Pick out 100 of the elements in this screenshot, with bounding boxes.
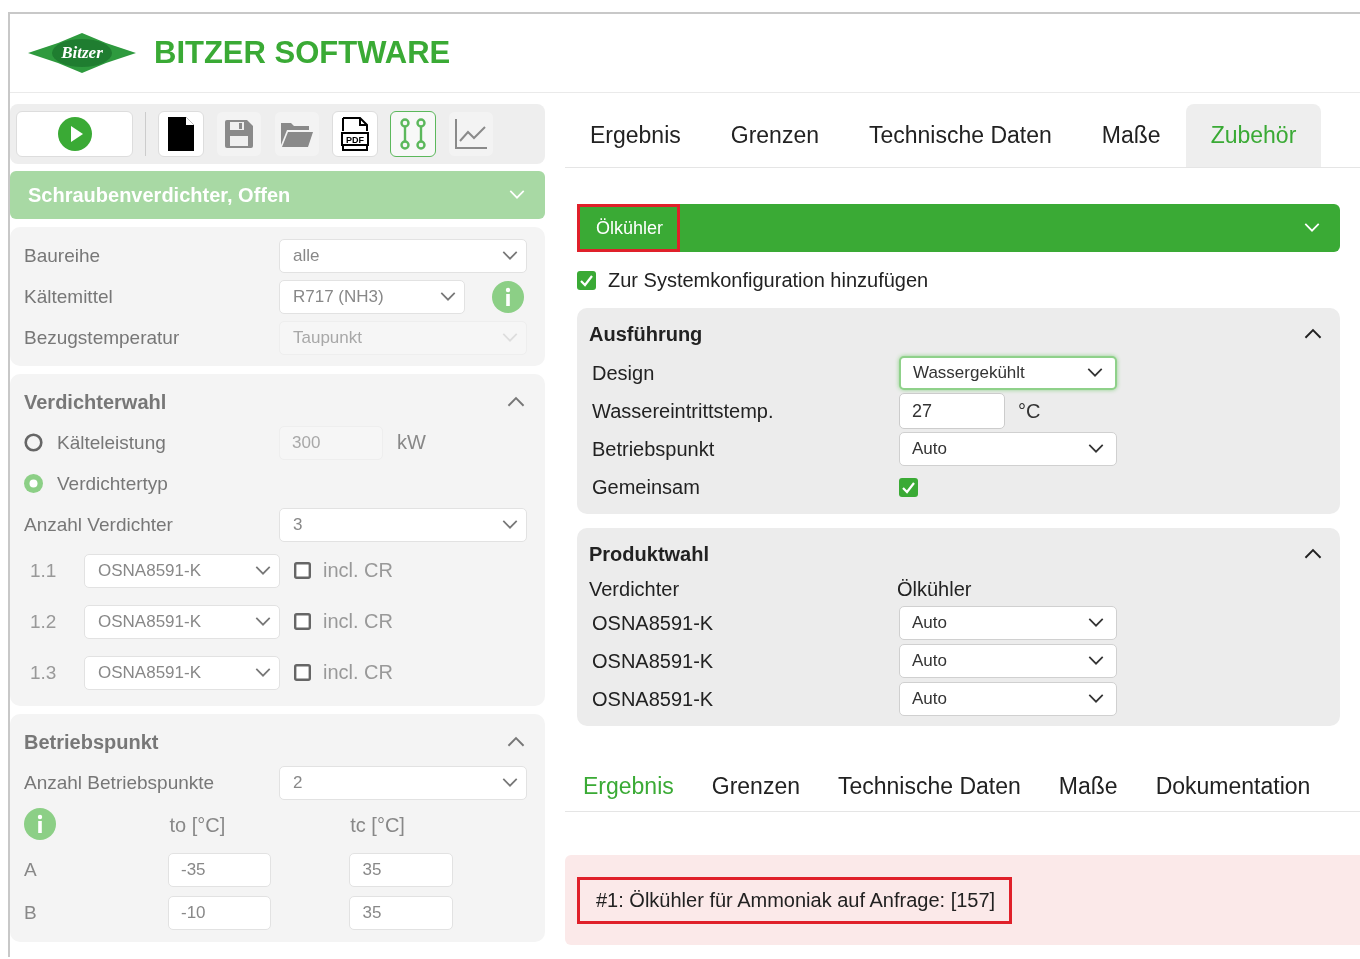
document-icon bbox=[168, 117, 194, 151]
chevron-down-icon bbox=[502, 519, 518, 530]
chevron-down-icon bbox=[1088, 656, 1104, 666]
checkbox-label: incl. CR bbox=[323, 610, 393, 633]
input-field[interactable]: 300 bbox=[279, 425, 383, 460]
input-field[interactable]: -10 bbox=[168, 895, 272, 930]
chevron-up-icon bbox=[1304, 328, 1322, 339]
tab[interactable]: Maße bbox=[1039, 761, 1137, 811]
chevron-down-icon bbox=[1088, 618, 1104, 628]
dropdown[interactable]: OSNA8591-K bbox=[84, 553, 280, 588]
option-label: Kälteleistung bbox=[57, 431, 166, 454]
chevron-down-icon bbox=[1088, 694, 1104, 704]
chevron-up-icon bbox=[1304, 548, 1322, 559]
compressor-name: OSNA8591-K bbox=[591, 611, 715, 635]
dropdown[interactable]: Auto bbox=[899, 606, 1117, 640]
dropdown[interactable]: OSNA8591-K bbox=[84, 655, 280, 690]
chevron-down-icon bbox=[255, 565, 271, 576]
input-field[interactable]: 35 bbox=[349, 895, 453, 930]
dropdown[interactable]: OSNA8591-K bbox=[84, 604, 280, 639]
row-label: A bbox=[24, 858, 38, 881]
field-label: Betriebspunkt bbox=[591, 437, 716, 461]
input-field[interactable]: 27 bbox=[899, 393, 1005, 429]
radio-button[interactable] bbox=[24, 433, 43, 452]
field-label: Kältemittel bbox=[24, 285, 114, 308]
row-number: 1.1 bbox=[29, 559, 58, 582]
radio-button[interactable] bbox=[24, 474, 43, 493]
option-label: Verdichtertyp bbox=[57, 472, 168, 495]
dropdown[interactable]: 3 bbox=[279, 507, 527, 542]
tab[interactable]: Ergebnis bbox=[565, 761, 693, 811]
tab[interactable]: Zubehör bbox=[1185, 104, 1322, 167]
chevron-down-icon bbox=[440, 291, 456, 302]
input-field[interactable]: 35 bbox=[349, 852, 453, 887]
column-header: tc [°C] bbox=[350, 814, 406, 837]
dropdown[interactable]: Wassergekühlt bbox=[899, 356, 1117, 390]
accessory-header[interactable]: Ölkühler bbox=[577, 204, 1340, 252]
checkbox-label: incl. CR bbox=[323, 559, 393, 582]
tab[interactable]: Grenzen bbox=[705, 104, 844, 167]
line-chart-icon bbox=[455, 119, 487, 149]
compressor-name: OSNA8591-K bbox=[591, 687, 715, 711]
checkbox-label: Zur Systemkonfiguration hinzufügen bbox=[608, 268, 929, 292]
chevron-down-icon bbox=[255, 667, 271, 678]
chevron-down-icon bbox=[502, 777, 518, 788]
tab[interactable]: Dokumentation bbox=[1136, 761, 1330, 811]
chevron-down-icon bbox=[255, 616, 271, 627]
dropdown[interactable]: Auto bbox=[899, 432, 1117, 466]
column-header: Ölkühler bbox=[897, 577, 972, 601]
field-label: Gemeinsam bbox=[591, 475, 701, 499]
chevron-up-icon bbox=[507, 396, 525, 407]
chevron-down-icon bbox=[1087, 368, 1103, 378]
chevron-down-icon bbox=[502, 332, 518, 343]
pdf-button[interactable]: PDF bbox=[332, 111, 378, 157]
checkbox[interactable] bbox=[899, 477, 918, 497]
chevron-down-icon bbox=[1088, 444, 1104, 454]
chevron-up-icon bbox=[507, 736, 525, 747]
field-label: Bezugstemperatur bbox=[24, 326, 181, 349]
new-button[interactable] bbox=[158, 111, 204, 157]
dropdown[interactable]: Auto bbox=[899, 682, 1117, 716]
checkbox-label: incl. CR bbox=[323, 661, 393, 684]
section-title: Ausführung bbox=[589, 322, 703, 346]
info-icon bbox=[24, 807, 56, 840]
checkbox[interactable] bbox=[294, 562, 311, 579]
logo: Bitzer bbox=[28, 33, 136, 73]
folder-icon bbox=[281, 121, 313, 147]
accessory-title: Ölkühler bbox=[577, 204, 681, 252]
row-number: 1.2 bbox=[29, 610, 58, 633]
tab[interactable]: Technische Daten bbox=[819, 761, 1040, 811]
compressor-name: OSNA8591-K bbox=[591, 649, 715, 673]
field-label: Baureihe bbox=[24, 244, 102, 267]
field-label: Design bbox=[591, 361, 656, 385]
run-button[interactable] bbox=[16, 111, 133, 157]
checkbox[interactable] bbox=[577, 270, 596, 290]
row-number: 1.3 bbox=[29, 661, 58, 684]
row-label: B bbox=[24, 901, 38, 924]
info-icon bbox=[492, 280, 524, 313]
config-button[interactable] bbox=[390, 111, 436, 157]
message-text: #1: Ölkühler für Ammoniak auf Anfrage: [157] bbox=[577, 876, 1013, 924]
dropdown[interactable]: Auto bbox=[899, 644, 1117, 678]
checkbox[interactable] bbox=[294, 664, 311, 681]
field-label: Anzahl Verdichter bbox=[24, 513, 174, 536]
section-title: Betriebspunkt bbox=[24, 730, 159, 754]
tab[interactable]: Maße bbox=[1076, 104, 1186, 167]
tab[interactable]: Grenzen bbox=[692, 761, 819, 811]
tab[interactable]: Technische Daten bbox=[844, 104, 1077, 167]
app-title: BITZER SOFTWARE bbox=[154, 35, 451, 71]
chevron-down-icon bbox=[1304, 223, 1320, 233]
field-label: Wassereintrittstemp. bbox=[591, 399, 775, 423]
unit-label: kW bbox=[397, 431, 426, 454]
play-icon bbox=[56, 116, 93, 152]
tab[interactable]: Ergebnis bbox=[565, 104, 706, 167]
connection-icon bbox=[400, 118, 426, 150]
section-title: Verdichterwahl bbox=[24, 390, 167, 414]
chevron-down-icon bbox=[509, 190, 525, 200]
dropdown[interactable]: R717 (NH3) bbox=[279, 279, 465, 314]
column-header: to [°C] bbox=[169, 814, 227, 837]
section-title: Produktwahl bbox=[589, 542, 709, 566]
checkbox[interactable] bbox=[294, 613, 311, 630]
unit-label: °C bbox=[1018, 399, 1041, 423]
input-field[interactable]: -35 bbox=[168, 852, 272, 887]
dropdown[interactable]: 2 bbox=[279, 765, 527, 800]
dropdown[interactable]: alle bbox=[279, 238, 527, 273]
